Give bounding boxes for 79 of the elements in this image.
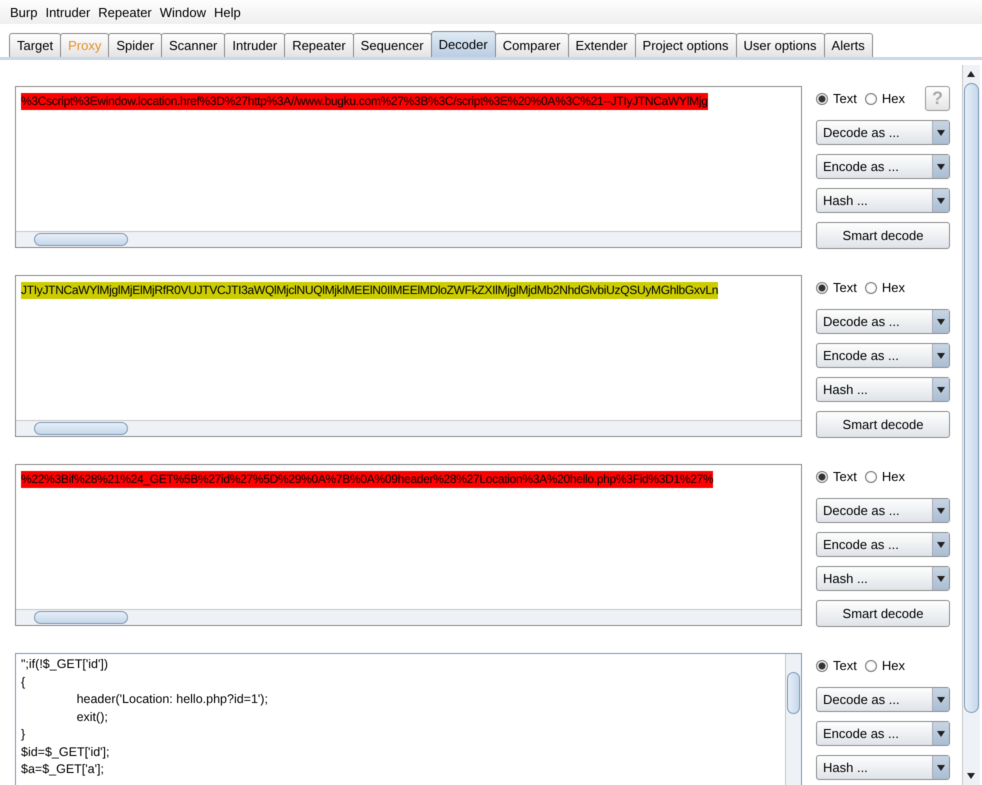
horizontal-scrollbar[interactable] — [16, 420, 801, 436]
highlighted-text: JTIyJTNCaWYlMjglMjElMjRfR0VUJTVCJTI3aWQlMjclNUQlMjklMEElN0IlMEElMDloZWFkZXIlMjglMjdMb2NhdGlvbiUzQSUyMGhlbGxvLn — [21, 282, 718, 299]
tab[interactable]: Spider — [108, 33, 162, 57]
code-line: exit(); — [76, 708, 109, 726]
menu-item[interactable]: Burp — [6, 4, 42, 20]
radio-icon[interactable] — [864, 92, 877, 104]
caret-icon — [937, 386, 945, 392]
text-editor[interactable]: JTIyJTNCaWYlMjglMjElMjRfR0VUJTVCJTI3aWQlMjclNUQlMjklMEElN0IlMEElMDloZWFkZXIlMjglMjdMb2NhdGlvbiUzQSUyMGhlbGxvLn — [15, 275, 802, 437]
dropdown[interactable]: Hash ... — [816, 377, 950, 402]
tab[interactable]: Extender — [568, 33, 636, 57]
menu-item[interactable]: Window — [156, 4, 210, 20]
tab[interactable]: Repeater — [284, 33, 354, 57]
radio-option[interactable]: Text — [816, 280, 857, 295]
radio-option[interactable]: Hex — [864, 658, 905, 673]
dropdown[interactable]: Decode as ... — [816, 687, 950, 712]
radio-icon[interactable] — [864, 660, 877, 672]
menu-item[interactable]: Repeater — [94, 4, 156, 20]
caret-icon — [937, 352, 945, 358]
radio-option[interactable]: Text — [816, 658, 857, 673]
vertical-scrollbar[interactable] — [785, 654, 801, 785]
code-line: $id=$_GET['id']; — [21, 744, 111, 761]
caret-icon — [937, 318, 945, 324]
caret-icon — [937, 576, 945, 582]
code-line: header('Location: hello.php?id=1'); — [76, 691, 269, 708]
code-line: $a=$_GET['a']; — [21, 761, 105, 778]
caret-icon — [937, 696, 945, 702]
tab[interactable]: Alerts — [824, 33, 873, 57]
dropdown[interactable]: Encode as ... — [816, 721, 950, 746]
caret-icon — [937, 542, 945, 548]
dropdown[interactable]: Decode as ... — [816, 120, 950, 145]
caret-icon — [937, 730, 945, 736]
code-line: ";if(!$_GET['id']) — [21, 656, 110, 673]
radio-icon[interactable] — [816, 92, 828, 104]
radio-icon[interactable] — [864, 282, 877, 294]
dropdown[interactable]: Hash ... — [816, 755, 950, 780]
tab[interactable]: Target — [9, 33, 62, 57]
radio-icon[interactable] — [864, 470, 877, 482]
dropdown[interactable]: Encode as ... — [816, 343, 950, 368]
smart-decode-button[interactable]: Smart decode — [816, 411, 950, 438]
radio-option[interactable]: Hex — [864, 469, 905, 484]
text-editor[interactable]: %3Cscript%3Ewindow.location.href%3D%27http%3A//www.bugku.com%27%3B%3C/script%3E%20%0A%3C%21--JTIyJTNCaWYlMjg — [15, 86, 802, 248]
caret-icon — [937, 198, 945, 204]
tab[interactable]: Comparer — [494, 33, 568, 57]
up-arrow-icon — [967, 71, 975, 77]
dropdown[interactable]: Decode as ... — [816, 498, 950, 523]
radio-option[interactable]: Hex — [864, 280, 905, 295]
text-editor[interactable]: ";if(!$_GET['id']) { header('Location: hello.php?id=1'); exit(); } $id=$_GET['id']; $a=$_GET['a']; — [15, 653, 802, 785]
down-arrow-icon — [967, 773, 975, 779]
dropdown[interactable]: Decode as ... — [816, 309, 950, 334]
caret-icon — [937, 508, 945, 514]
dropdown[interactable]: Hash ... — [816, 188, 950, 213]
radio-option[interactable]: Hex — [864, 91, 905, 106]
radio-option[interactable]: Text — [816, 91, 857, 106]
caret-icon — [937, 164, 945, 170]
tab[interactable]: Decoder — [430, 31, 496, 57]
horizontal-scrollbar[interactable] — [16, 609, 801, 625]
radio-icon[interactable] — [816, 660, 828, 672]
dropdown[interactable]: Hash ... — [816, 566, 950, 591]
caret-icon — [937, 130, 945, 136]
caret-icon — [937, 764, 945, 770]
dropdown[interactable]: Encode as ... — [816, 532, 950, 557]
code-line: } — [21, 726, 26, 743]
tab[interactable]: User options — [736, 33, 825, 57]
menu-item[interactable]: Intruder — [41, 4, 94, 20]
tab[interactable]: Intruder — [224, 33, 286, 57]
radio-icon[interactable] — [816, 470, 828, 482]
smart-decode-button[interactable]: Smart decode — [816, 600, 950, 627]
dropdown[interactable]: Encode as ... — [816, 154, 950, 179]
tab[interactable]: Project options — [634, 33, 737, 57]
highlighted-text: %3Cscript%3Ewindow.location.href%3D%27http%3A//www.bugku.com%27%3B%3C/script%3E%20%0A%3C%21--JTIyJTNCaWYlMjg — [21, 93, 708, 110]
horizontal-scrollbar[interactable] — [16, 231, 801, 247]
menu-item[interactable]: Help — [210, 4, 245, 20]
code-line: { — [21, 674, 26, 691]
vertical-scrollbar[interactable] — [962, 65, 980, 785]
radio-option[interactable]: Text — [816, 469, 857, 484]
radio-icon[interactable] — [816, 282, 828, 294]
tab[interactable]: Scanner — [160, 33, 226, 57]
smart-decode-button[interactable]: Smart decode — [816, 222, 950, 249]
tab[interactable]: Sequencer — [352, 33, 432, 57]
